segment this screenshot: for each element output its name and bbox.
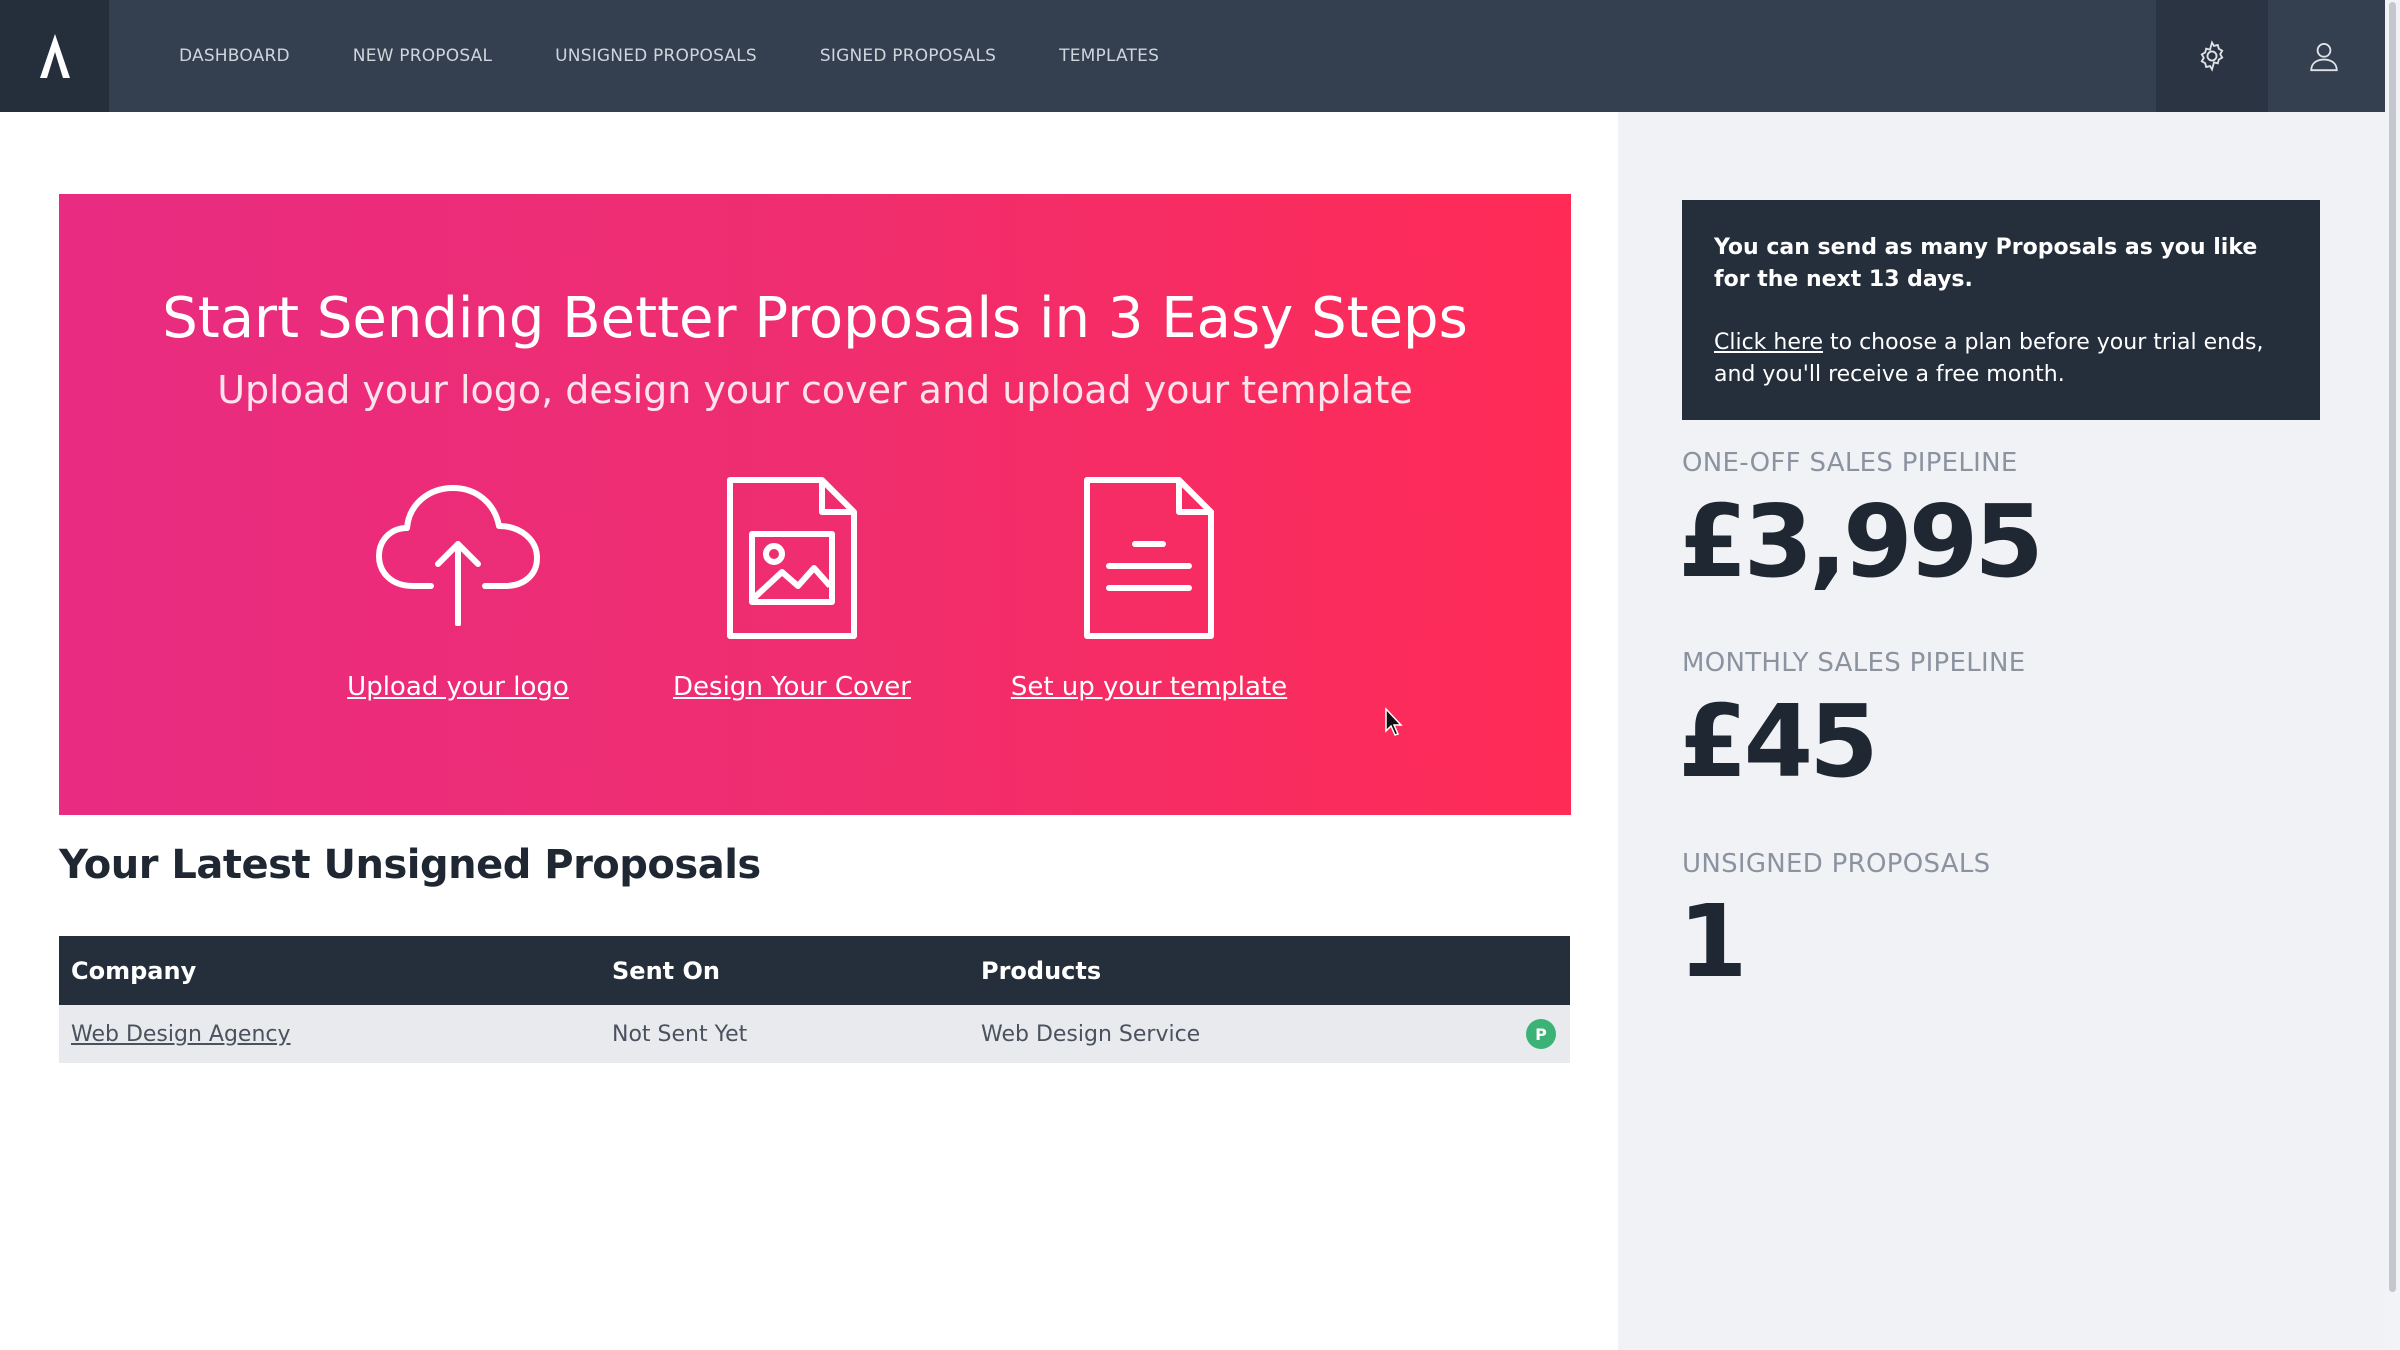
settings-button[interactable] [2156, 0, 2268, 112]
scrollbar-thumb[interactable] [2389, 2, 2396, 1292]
company-link[interactable]: Web Design Agency [71, 1022, 291, 1047]
trial-notice: You can send as many Proposals as you li… [1682, 200, 2320, 420]
setup-template-link[interactable]: Set up your template [969, 672, 1329, 702]
trial-notice-body: Click here to choose a plan before your … [1714, 330, 2264, 387]
nav-new-proposal[interactable]: NEW PROPOSAL [353, 46, 492, 66]
nav-dashboard[interactable]: DASHBOARD [179, 46, 290, 66]
products-cell: Web Design Service [981, 1021, 1201, 1047]
nav-templates[interactable]: TEMPLATES [1059, 46, 1159, 66]
nav-signed-proposals[interactable]: SIGNED PROPOSALS [820, 46, 996, 66]
user-icon [2310, 43, 2338, 72]
mouse-cursor-icon [1385, 707, 1403, 736]
one-off-pipeline-label: ONE-OFF SALES PIPELINE [1682, 448, 2018, 478]
design-cover-link[interactable]: Design Your Cover [612, 672, 972, 702]
user-menu-button[interactable] [2268, 0, 2380, 112]
unsigned-section-title: Your Latest Unsigned Proposals [59, 842, 761, 888]
brand-logo[interactable] [0, 0, 109, 112]
hero-subtitle: Upload your logo, design your cover and … [217, 368, 1413, 412]
unsigned-count-value: 1 [1678, 883, 1748, 1000]
unsigned-count-label: UNSIGNED PROPOSALS [1682, 849, 1991, 879]
status-badge[interactable]: P [1526, 1019, 1556, 1049]
onboarding-hero: Start Sending Better Proposals in 3 Easy… [59, 194, 1571, 815]
column-header-products: Products [981, 956, 1102, 985]
table-row[interactable]: Web Design Agency Not Sent Yet Web Desig… [59, 1005, 1570, 1063]
upload-logo-link[interactable]: Upload your logo [278, 672, 638, 702]
step-upload-logo[interactable] [308, 476, 608, 626]
column-header-company: Company [71, 956, 197, 985]
nav-unsigned-proposals[interactable]: UNSIGNED PROPOSALS [555, 46, 757, 66]
monthly-pipeline-label: MONTHLY SALES PIPELINE [1682, 648, 2026, 678]
brand-logo-icon [39, 34, 70, 78]
company-cell: Web Design Agency [71, 1005, 291, 1063]
choose-plan-link[interactable]: Click here [1714, 330, 1823, 355]
cloud-upload-icon [376, 485, 540, 626]
table-header: Company Sent On Products [59, 936, 1570, 1005]
monthly-pipeline-value: £45 [1678, 683, 1879, 800]
trial-notice-heading: You can send as many Proposals as you li… [1714, 235, 2258, 292]
step-setup-template[interactable] [999, 476, 1299, 640]
sent-on-cell: Not Sent Yet [612, 1021, 748, 1047]
top-navbar: DASHBOARD NEW PROPOSAL UNSIGNED PROPOSAL… [0, 0, 2385, 112]
one-off-pipeline-value: £3,995 [1678, 483, 2044, 600]
column-header-sent-on: Sent On [612, 956, 720, 985]
document-icon [1084, 477, 1214, 639]
image-file-icon [727, 477, 857, 639]
unsigned-proposals-table: Company Sent On Products Web Design Agen… [59, 936, 1570, 1063]
step-design-cover[interactable] [642, 476, 942, 640]
gear-icon [2200, 40, 2224, 72]
hero-title: Start Sending Better Proposals in 3 Easy… [162, 286, 1468, 351]
main-nav: DASHBOARD NEW PROPOSAL UNSIGNED PROPOSAL… [179, 0, 1222, 112]
